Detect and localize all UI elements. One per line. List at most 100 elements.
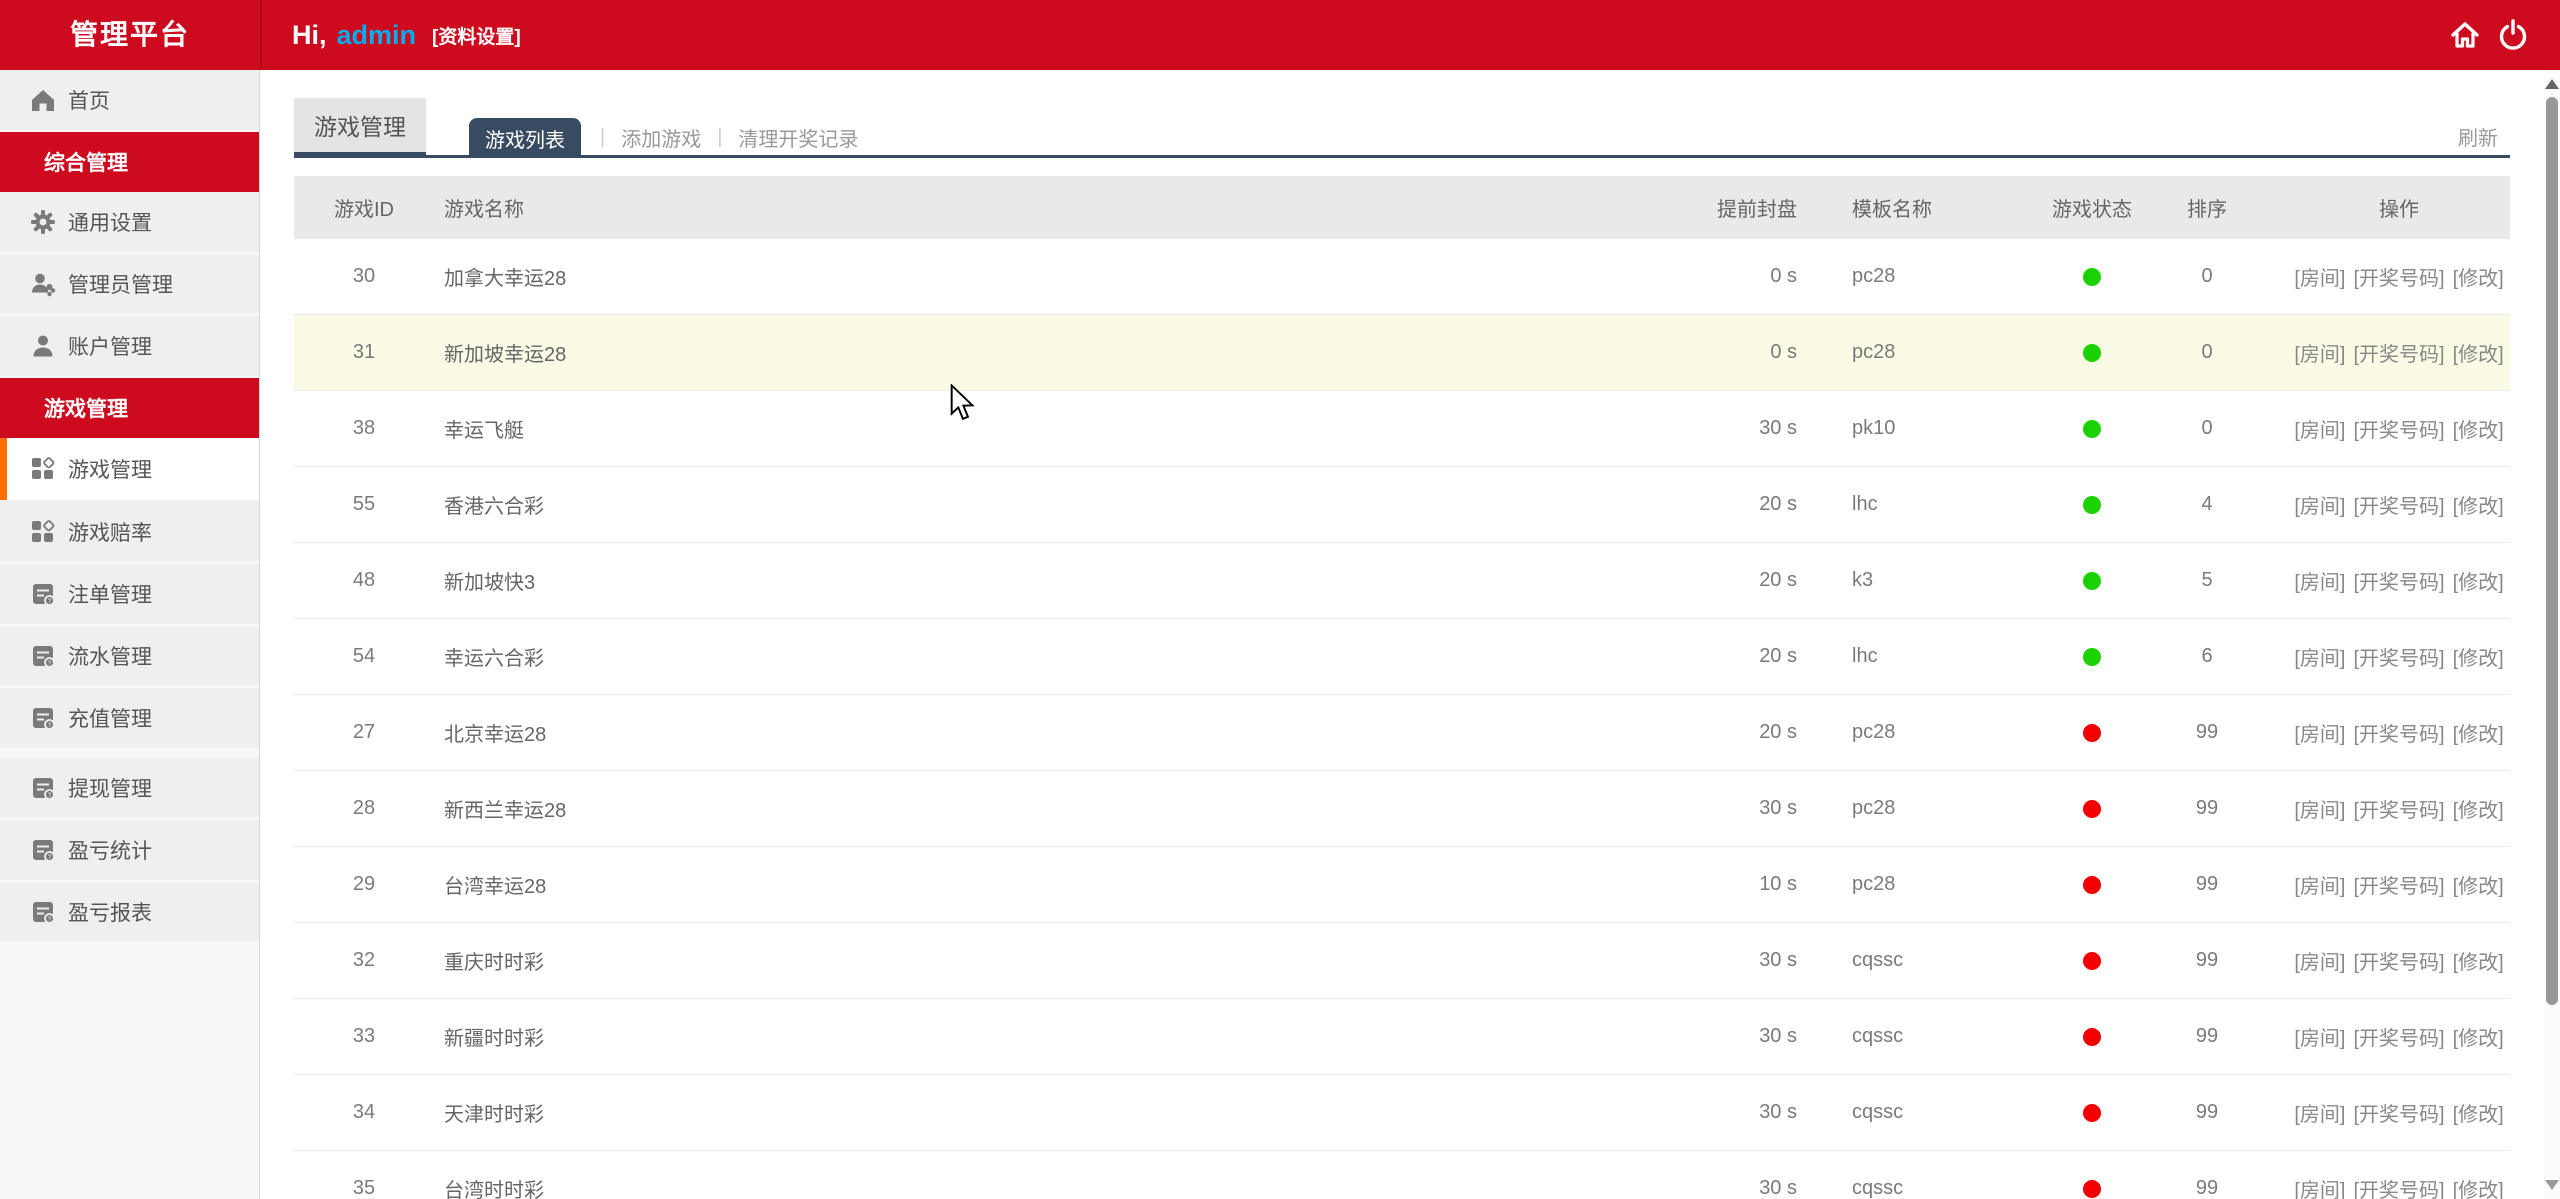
room-link[interactable]: [房间]: [2294, 1028, 2345, 1050]
draw-number-link[interactable]: [开奖号码]: [2353, 952, 2444, 974]
room-link[interactable]: [房间]: [2294, 1180, 2345, 1199]
sidebar-item[interactable]: 游戏管理: [0, 438, 259, 502]
draw-number-link[interactable]: [开奖号码]: [2353, 876, 2444, 898]
room-link[interactable]: [房间]: [2294, 648, 2345, 670]
cell-actions: [房间] [开奖号码] [修改]: [2252, 262, 2510, 291]
modify-link[interactable]: [修改]: [2453, 268, 2504, 290]
modify-link[interactable]: [修改]: [2453, 496, 2504, 518]
cell-sort: 99: [2162, 1025, 2252, 1048]
draw-number-link[interactable]: [开奖号码]: [2353, 1104, 2444, 1126]
topbar-divider: [260, 0, 262, 70]
sidebar-item[interactable]: ? 充值管理: [0, 688, 259, 750]
home-icon: [30, 87, 56, 113]
cell-template: pc28: [1842, 873, 2022, 896]
draw-number-link[interactable]: [开奖号码]: [2353, 1028, 2444, 1050]
modify-link[interactable]: [修改]: [2453, 648, 2504, 670]
sidebar-item[interactable]: 账户管理: [0, 316, 259, 378]
modify-link[interactable]: [修改]: [2453, 1180, 2504, 1199]
cell-template: cqssc: [1842, 949, 2022, 972]
cell-actions: [房间] [开奖号码] [修改]: [2252, 870, 2510, 899]
doc-icon: ?: [30, 899, 56, 925]
modify-link[interactable]: [修改]: [2453, 952, 2504, 974]
room-link[interactable]: [房间]: [2294, 496, 2345, 518]
profile-settings-link[interactable]: [资料设置]: [432, 22, 521, 49]
modify-link[interactable]: [修改]: [2453, 876, 2504, 898]
svg-text:?: ?: [48, 792, 52, 799]
table-row: 28 新西兰幸运28 30 s pc28 99 [房间][开奖号码][修改]: [294, 771, 2510, 847]
draw-number-link[interactable]: [开奖号码]: [2353, 572, 2444, 594]
cell-game-name: 新加坡幸运28: [434, 338, 1632, 367]
cell-close-ahead: 0 s: [1632, 265, 1842, 288]
draw-number-link[interactable]: [开奖号码]: [2353, 648, 2444, 670]
power-icon[interactable]: [2496, 18, 2530, 52]
cell-game-name: 香港六合彩: [434, 490, 1632, 519]
cell-game-name: 加拿大幸运28: [434, 262, 1632, 291]
sidebar-item[interactable]: ? 盈亏报表: [0, 882, 259, 944]
tab-game-list[interactable]: 游戏列表: [469, 118, 581, 158]
modify-link[interactable]: [修改]: [2453, 1028, 2504, 1050]
cell-template: pc28: [1842, 265, 2022, 288]
room-link[interactable]: [房间]: [2294, 420, 2345, 442]
topbar: 管理平台 Hi, admin [资料设置]: [0, 0, 2560, 70]
scroll-down-arrow[interactable]: [2545, 1180, 2559, 1190]
svg-text:?: ?: [48, 660, 52, 667]
room-link[interactable]: [房间]: [2294, 952, 2345, 974]
col-game-name: 游戏名称: [434, 193, 1632, 222]
room-link[interactable]: [房间]: [2294, 268, 2345, 290]
cell-sort: 99: [2162, 873, 2252, 896]
draw-number-link[interactable]: [开奖号码]: [2353, 496, 2444, 518]
vertical-scrollbar[interactable]: [2544, 70, 2560, 1199]
room-link[interactable]: [房间]: [2294, 572, 2345, 594]
draw-number-link[interactable]: [开奖号码]: [2353, 344, 2444, 366]
tab-add-game[interactable]: 添加游戏: [621, 123, 701, 152]
draw-number-link[interactable]: [开奖号码]: [2353, 1180, 2444, 1199]
cell-game-name: 幸运飞艇: [434, 414, 1632, 443]
modify-link[interactable]: [修改]: [2453, 344, 2504, 366]
cell-template: cqssc: [1842, 1177, 2022, 1199]
cell-close-ahead: 20 s: [1632, 645, 1842, 668]
refresh-button[interactable]: 刷新: [2458, 122, 2498, 151]
cell-close-ahead: 10 s: [1632, 873, 1842, 896]
home-icon[interactable]: [2448, 18, 2482, 52]
cell-close-ahead: 20 s: [1632, 493, 1842, 516]
modify-link[interactable]: [修改]: [2453, 800, 2504, 822]
tab-separator: |: [701, 126, 738, 149]
modify-link[interactable]: [修改]: [2453, 420, 2504, 442]
sidebar-item[interactable]: 管理员管理: [0, 254, 259, 316]
sidebar-item[interactable]: 游戏赔率: [0, 502, 259, 564]
sidebar-item-label: 注单管理: [68, 579, 152, 609]
sidebar-item[interactable]: ? 流水管理: [0, 626, 259, 688]
cell-template: lhc: [1842, 493, 2022, 516]
tab-clear-records[interactable]: 清理开奖记录: [738, 123, 858, 152]
modify-link[interactable]: [修改]: [2453, 572, 2504, 594]
cell-actions: [房间] [开奖号码] [修改]: [2252, 566, 2510, 595]
scrollbar-thumb[interactable]: [2546, 97, 2558, 1005]
app-title: 管理平台: [0, 0, 260, 70]
sidebar-item[interactable]: 首页: [0, 70, 259, 132]
sidebar-section-header: 游戏管理: [0, 378, 259, 438]
cell-template: cqssc: [1842, 1101, 2022, 1124]
sidebar-nav: 首页 综合管理 通用设置 管理员管理 账户管理 游戏管理 游戏管理 游戏赔率 ?…: [0, 70, 260, 1199]
sidebar-item[interactable]: ? 提现管理: [0, 758, 259, 820]
sidebar-item[interactable]: ? 注单管理: [0, 564, 259, 626]
modify-link[interactable]: [修改]: [2453, 724, 2504, 746]
draw-number-link[interactable]: [开奖号码]: [2353, 724, 2444, 746]
modify-link[interactable]: [修改]: [2453, 1104, 2504, 1126]
doc-icon: ?: [30, 837, 56, 863]
sidebar-section-label: 综合管理: [44, 147, 128, 177]
cell-template: cqssc: [1842, 1025, 2022, 1048]
draw-number-link[interactable]: [开奖号码]: [2353, 268, 2444, 290]
room-link[interactable]: [房间]: [2294, 1104, 2345, 1126]
sidebar-item[interactable]: ? 盈亏统计: [0, 820, 259, 882]
sidebar-item[interactable]: 通用设置: [0, 192, 259, 254]
scroll-up-arrow[interactable]: [2545, 79, 2559, 89]
draw-number-link[interactable]: [开奖号码]: [2353, 800, 2444, 822]
room-link[interactable]: [房间]: [2294, 800, 2345, 822]
table-row: 31 新加坡幸运28 0 s pc28 0 [房间][开奖号码][修改]: [294, 315, 2510, 391]
room-link[interactable]: [房间]: [2294, 344, 2345, 366]
draw-number-link[interactable]: [开奖号码]: [2353, 420, 2444, 442]
col-template: 模板名称: [1842, 193, 2022, 222]
room-link[interactable]: [房间]: [2294, 876, 2345, 898]
cell-close-ahead: 30 s: [1632, 417, 1842, 440]
room-link[interactable]: [房间]: [2294, 724, 2345, 746]
